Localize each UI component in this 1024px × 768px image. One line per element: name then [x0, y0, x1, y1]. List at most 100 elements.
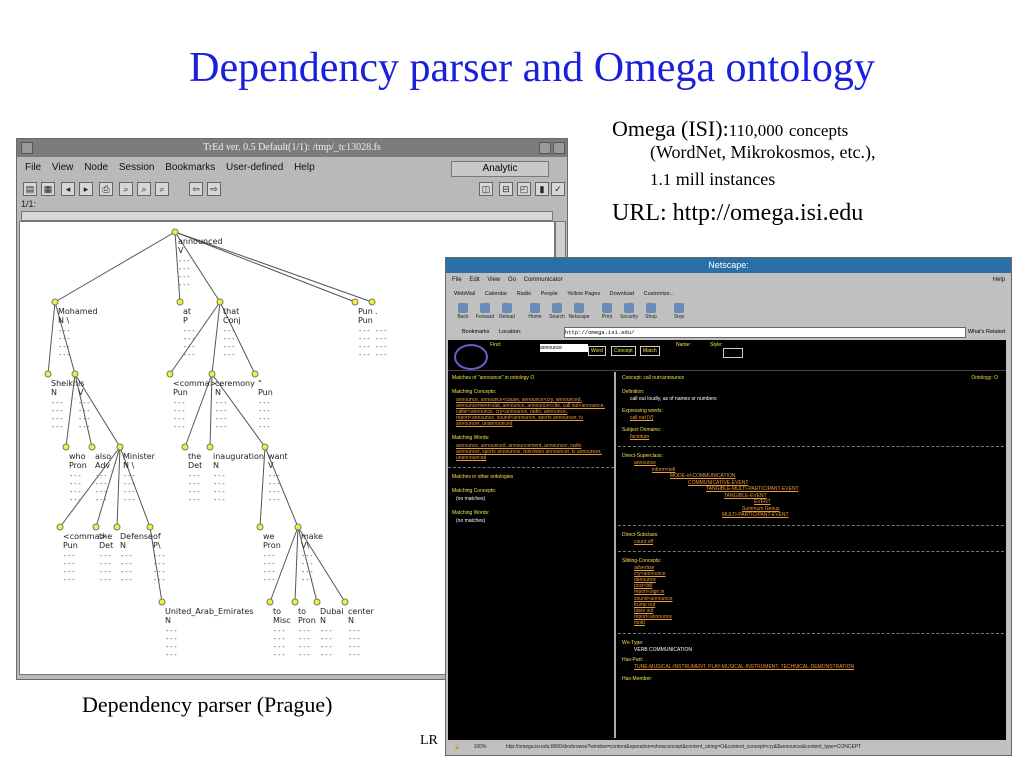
home-button[interactable]: Home — [524, 302, 546, 320]
pt-yellow-pages[interactable]: Yellow Pages — [567, 291, 600, 297]
save-icon[interactable]: ▦ — [41, 182, 55, 196]
tree-node[interactable] — [171, 228, 179, 236]
tree-node[interactable] — [146, 523, 154, 531]
sibling-link[interactable]: mold — [634, 620, 1004, 626]
tree-node[interactable] — [216, 298, 224, 306]
tree-node[interactable] — [351, 298, 359, 306]
back-button[interactable]: Back — [452, 302, 474, 320]
pt-customize[interactable]: Customize... — [644, 291, 675, 297]
forward-button[interactable]: Forward — [474, 302, 496, 320]
tree-node[interactable] — [251, 370, 259, 378]
style-select[interactable]: Color — [723, 348, 743, 358]
concept-list[interactable]: announce, announce<cause, announce<cry, … — [456, 397, 606, 427]
tree-node[interactable] — [181, 443, 189, 451]
whats-related-button[interactable]: What's Related — [968, 326, 1005, 338]
tree-node[interactable] — [44, 370, 52, 378]
node-attr-placeholder: --- — [258, 407, 271, 415]
node-word: Minister — [123, 452, 156, 461]
pt-people[interactable]: People — [541, 291, 558, 297]
tree-node[interactable] — [368, 298, 376, 306]
menu-file[interactable]: File — [25, 162, 41, 173]
tree-node[interactable] — [92, 523, 100, 531]
status-url: http://omega.isi.edu:8000/dexbrowse?wind… — [505, 744, 862, 750]
tree-node[interactable] — [56, 523, 64, 531]
pt-calendar[interactable]: Calendar — [485, 291, 507, 297]
tree-node[interactable] — [71, 370, 79, 378]
open-icon[interactable]: ▤ — [23, 182, 37, 196]
tree-node[interactable] — [113, 523, 121, 531]
node-attr-placeholder: --- — [320, 635, 333, 643]
word-button[interactable]: Word — [588, 346, 606, 356]
mode-select[interactable]: Analytic — [451, 161, 549, 177]
stylesheet-icon[interactable]: ▮ — [535, 182, 549, 196]
has-part-links[interactable]: TUNE-MUSICAL-INSTRUMENT, PLAY-MUSICAL-IN… — [634, 664, 1004, 670]
forward-icon[interactable]: ⇨ — [207, 182, 221, 196]
tree-node[interactable] — [206, 443, 214, 451]
tree-node[interactable] — [158, 598, 166, 606]
horizontal-scrollbar[interactable] — [21, 211, 553, 221]
check-icon[interactable]: ✓ — [551, 182, 565, 196]
menu-view[interactable]: View — [52, 162, 74, 173]
tree-node[interactable] — [176, 298, 184, 306]
superclass-link[interactable]: MULTI-PARTICIPANT-EVENT — [722, 512, 1004, 519]
menu-help[interactable]: Help — [294, 162, 315, 173]
netscape-button[interactable]: Netscape — [568, 302, 590, 320]
node-attr-placeholder: --- — [301, 576, 314, 584]
menu-node[interactable]: Node — [84, 162, 108, 173]
shop-button[interactable]: Shop — [640, 302, 662, 320]
search-button[interactable]: Search — [546, 302, 568, 320]
tree-node[interactable] — [341, 598, 349, 606]
subclass-link[interactable]: count off — [634, 539, 1004, 545]
menu-bookmarks[interactable]: Bookmarks — [165, 162, 215, 173]
tree-node[interactable] — [166, 370, 174, 378]
prev-file-icon[interactable]: ◂ — [61, 182, 75, 196]
unsplit-icon[interactable]: ◰ — [517, 182, 531, 196]
ns-menu-file[interactable]: File — [452, 277, 462, 283]
tree-node[interactable] — [291, 598, 299, 606]
find-input[interactable]: announce — [540, 344, 588, 352]
search-next-icon[interactable]: ⌕ — [137, 182, 151, 196]
back-icon[interactable]: ⇦ — [189, 182, 203, 196]
tree-node[interactable] — [208, 370, 216, 378]
ns-menu-communicator[interactable]: Communicator — [524, 277, 563, 283]
ns-menu-view[interactable]: View — [487, 277, 500, 283]
window-menu-icon[interactable] — [21, 142, 33, 154]
split-horizontal-icon[interactable]: ⊟ — [499, 182, 513, 196]
menu-session[interactable]: Session — [119, 162, 155, 173]
split-vertical-icon[interactable]: ◫ — [479, 182, 493, 196]
tree-node[interactable] — [313, 598, 321, 606]
pt-download[interactable]: Download — [610, 291, 634, 297]
reload-button[interactable]: Reload — [496, 302, 518, 320]
subject-domain-link[interactable]: factotum — [630, 434, 992, 440]
tree-node[interactable] — [256, 523, 264, 531]
word-list[interactable]: announce, announced, announcement, annou… — [456, 443, 606, 461]
tree-node[interactable] — [51, 298, 59, 306]
security-button[interactable]: Security — [618, 302, 640, 320]
node-word: Mohamed — [58, 307, 98, 316]
bookmarks-button[interactable]: Bookmarks — [462, 329, 490, 335]
menu-user-defined[interactable]: User-defined — [226, 162, 283, 173]
minimize-icon[interactable] — [539, 142, 551, 154]
search-prev-icon[interactable]: ⌕ — [155, 182, 169, 196]
concept-button[interactable]: Concept — [611, 346, 636, 356]
ns-menu-help[interactable]: Help — [993, 274, 1005, 287]
pt-webmail[interactable]: WebMail — [454, 291, 475, 297]
tree-node[interactable] — [116, 443, 124, 451]
tree-node[interactable] — [294, 523, 302, 531]
next-file-icon[interactable]: ▸ — [79, 182, 93, 196]
maximize-icon[interactable] — [553, 142, 565, 154]
search-icon[interactable]: ⌕ — [119, 182, 133, 196]
tree-node[interactable] — [266, 598, 274, 606]
print-icon[interactable]: ⎙ — [99, 182, 113, 196]
match-button[interactable]: Match — [640, 346, 660, 356]
stop-button[interactable]: Stop — [668, 302, 690, 320]
tree-node[interactable] — [88, 443, 96, 451]
print-button[interactable]: Print — [596, 302, 618, 320]
ns-menu-edit[interactable]: Edit — [469, 277, 479, 283]
pt-radio[interactable]: Radio — [517, 291, 531, 297]
location-field[interactable]: http://omega.isi.edu/ — [564, 327, 966, 338]
tree-node[interactable] — [62, 443, 70, 451]
expressing-words-link[interactable]: call out [V] — [630, 415, 992, 421]
ns-menu-go[interactable]: Go — [508, 277, 516, 283]
tree-node[interactable] — [261, 443, 269, 451]
